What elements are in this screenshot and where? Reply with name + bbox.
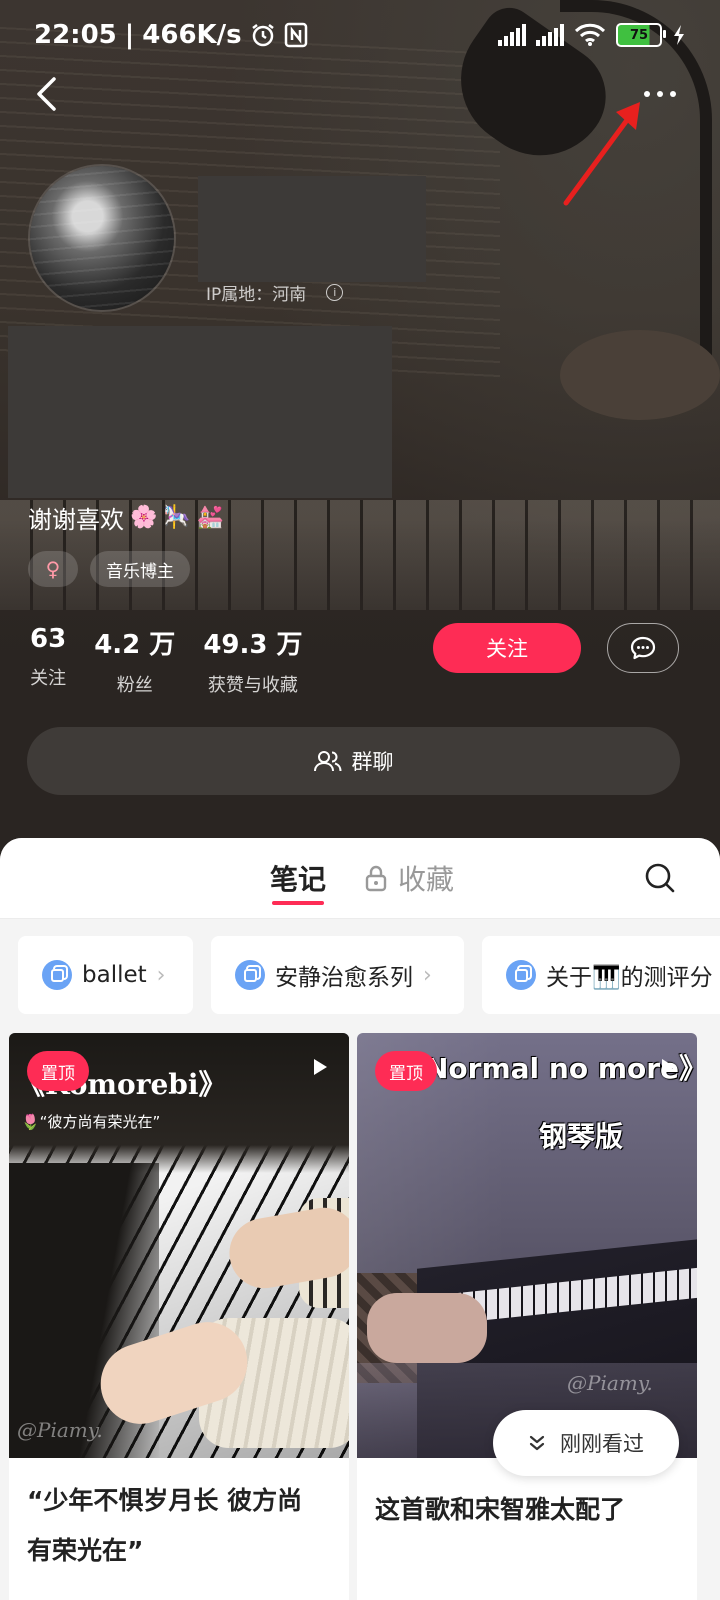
dot (657, 91, 663, 97)
collection-label: 关于🎹的测评分 (546, 965, 713, 991)
collection-icon (235, 960, 265, 990)
ip-location-text: IP属地：河南 (206, 285, 307, 305)
tab-favorites[interactable]: 收藏 (364, 858, 454, 898)
chat-bubble-icon (630, 636, 656, 660)
ip-location: IP属地：河南 i (206, 280, 344, 305)
avatar-texture (30, 166, 174, 310)
profile-stats: 63 关注 4.2 万 粉丝 49.3 万 获赞与收藏 (30, 624, 303, 697)
signal-icon (498, 24, 526, 46)
pinned-badge-label: 置顶 (389, 1063, 423, 1084)
avatar[interactable] (30, 166, 174, 310)
gender-tag: ♀ (28, 551, 78, 587)
alarm-icon (251, 24, 274, 47)
note-title: 这首歌和宋智雅太配了 (375, 1495, 626, 1524)
thumbnail-title: 《Normal no more》 (397, 1052, 697, 1085)
note-card[interactable]: 《Komorebi》 🌷“彼方尚有荣光在” @Piamy. 置顶 “少年不惧岁月… (9, 1033, 349, 1600)
chevron-left-icon (37, 77, 56, 111)
note-card[interactable]: 《Normal no more》 钢琴版 @Piamy. 置顶 这首歌和宋智雅太… (357, 1033, 697, 1600)
group-chat-label: 群聊 (351, 750, 394, 774)
search-icon (645, 863, 675, 893)
status-separator: | (124, 20, 135, 50)
redacted-description (8, 326, 392, 498)
status-net-speed: 466K/s (142, 20, 242, 50)
tab-notes[interactable]: 笔记 (270, 858, 326, 898)
active-tab-indicator (272, 901, 324, 905)
thumbnail-watermark: @Piamy. (567, 1371, 653, 1395)
bio: 谢谢喜欢 🌸 🎠 💒 (28, 500, 224, 535)
chevron-right-icon: › (156, 962, 166, 988)
signal-icon-2 (536, 24, 564, 46)
dot (670, 91, 676, 97)
pinned-badge-label: 置顶 (41, 1063, 75, 1084)
search-button[interactable] (642, 860, 678, 896)
status-bar: 22:05 | 466K/s 75 (0, 0, 720, 70)
collection-icon (42, 960, 72, 990)
profile-tags: ♀ 音乐博主 (28, 551, 190, 587)
thumbnail-subtitle: 钢琴版 (539, 1120, 624, 1153)
lamp-base-background (560, 330, 720, 420)
charging-icon (674, 25, 684, 45)
collection-chip[interactable]: ballet › (18, 936, 193, 1014)
stat-likes-collects[interactable]: 49.3 万 获赞与收藏 (203, 624, 302, 697)
female-icon: ♀ (45, 557, 61, 581)
note-title: “少年不惧岁月长 彼方尚有荣光在” (27, 1486, 303, 1565)
collection-label: ballet (82, 962, 147, 988)
stat-followers[interactable]: 4.2 万 粉丝 (94, 624, 175, 697)
lock-icon (365, 865, 387, 892)
info-icon[interactable]: i (326, 284, 344, 301)
chevron-right-icon: › (423, 962, 432, 988)
recently-viewed-label: 刚刚看过 (560, 1432, 644, 1456)
pinned-badge: 置顶 (375, 1051, 437, 1091)
play-icon (314, 1059, 327, 1075)
stat-value: 49.3 万 (203, 630, 303, 660)
play-icon (662, 1059, 675, 1075)
battery-icon: 75 (616, 23, 666, 47)
note-thumbnail: 《Komorebi》 🌷“彼方尚有荣光在” @Piamy. 置顶 (9, 1033, 349, 1458)
stat-label: 获赞与收藏 (207, 675, 298, 696)
follow-button-label: 关注 (486, 637, 528, 661)
wedding-icon: 💒 (196, 505, 225, 530)
recently-viewed-button[interactable]: 刚刚看过 (493, 1410, 679, 1476)
carousel-icon: 🎠 (163, 505, 191, 530)
stat-label: 关注 (30, 668, 67, 689)
bio-text: 谢谢喜欢 (28, 506, 124, 534)
note-thumbnail: 《Normal no more》 钢琴版 @Piamy. 置顶 (357, 1033, 697, 1458)
collection-chip[interactable]: 关于🎹的测评分 (482, 936, 720, 1014)
stat-following[interactable]: 63 关注 (30, 624, 66, 697)
category-tag-label: 音乐博主 (106, 561, 174, 582)
collection-label: 安静治愈系列 (275, 965, 413, 991)
annotation-arrow-icon (563, 102, 640, 206)
pinned-badge: 置顶 (27, 1051, 89, 1091)
redacted-username (198, 176, 426, 282)
tab-notes-label: 笔记 (270, 863, 327, 896)
stat-label: 粉丝 (116, 675, 153, 696)
thumbnail-subtitle: 🌷“彼方尚有荣光在” (21, 1113, 161, 1131)
content-panel: 笔记 收藏 ballet › 安静治愈系列 › 关于🎹的测评分 《Komoreb… (0, 838, 720, 1600)
message-button[interactable] (607, 623, 679, 673)
tab-bar: 笔记 收藏 (0, 838, 720, 919)
cherry-blossom-icon: 🌸 (130, 505, 158, 530)
stat-value: 4.2 万 (94, 630, 176, 660)
tab-favorites-label: 收藏 (398, 863, 455, 896)
battery-level: 75 (629, 27, 649, 43)
back-button[interactable] (26, 72, 66, 116)
group-users-icon (313, 751, 341, 772)
status-time: 22:05 (34, 20, 117, 50)
thumbnail-hand (367, 1293, 487, 1363)
collection-icon (506, 960, 536, 990)
stat-value: 63 (30, 624, 67, 654)
group-chat-button[interactable]: 群聊 (27, 727, 680, 795)
collections-row: ballet › 安静治愈系列 › 关于🎹的测评分 (18, 936, 720, 1014)
category-tag[interactable]: 音乐博主 (90, 551, 190, 587)
wifi-icon (574, 23, 606, 46)
thumbnail-watermark: @Piamy. (17, 1418, 103, 1442)
follow-button[interactable]: 关注 (433, 623, 581, 673)
dot (644, 91, 650, 97)
collection-chip[interactable]: 安静治愈系列 › (211, 936, 464, 1014)
double-chevron-down-icon (529, 1435, 545, 1451)
nfc-icon (284, 22, 307, 48)
